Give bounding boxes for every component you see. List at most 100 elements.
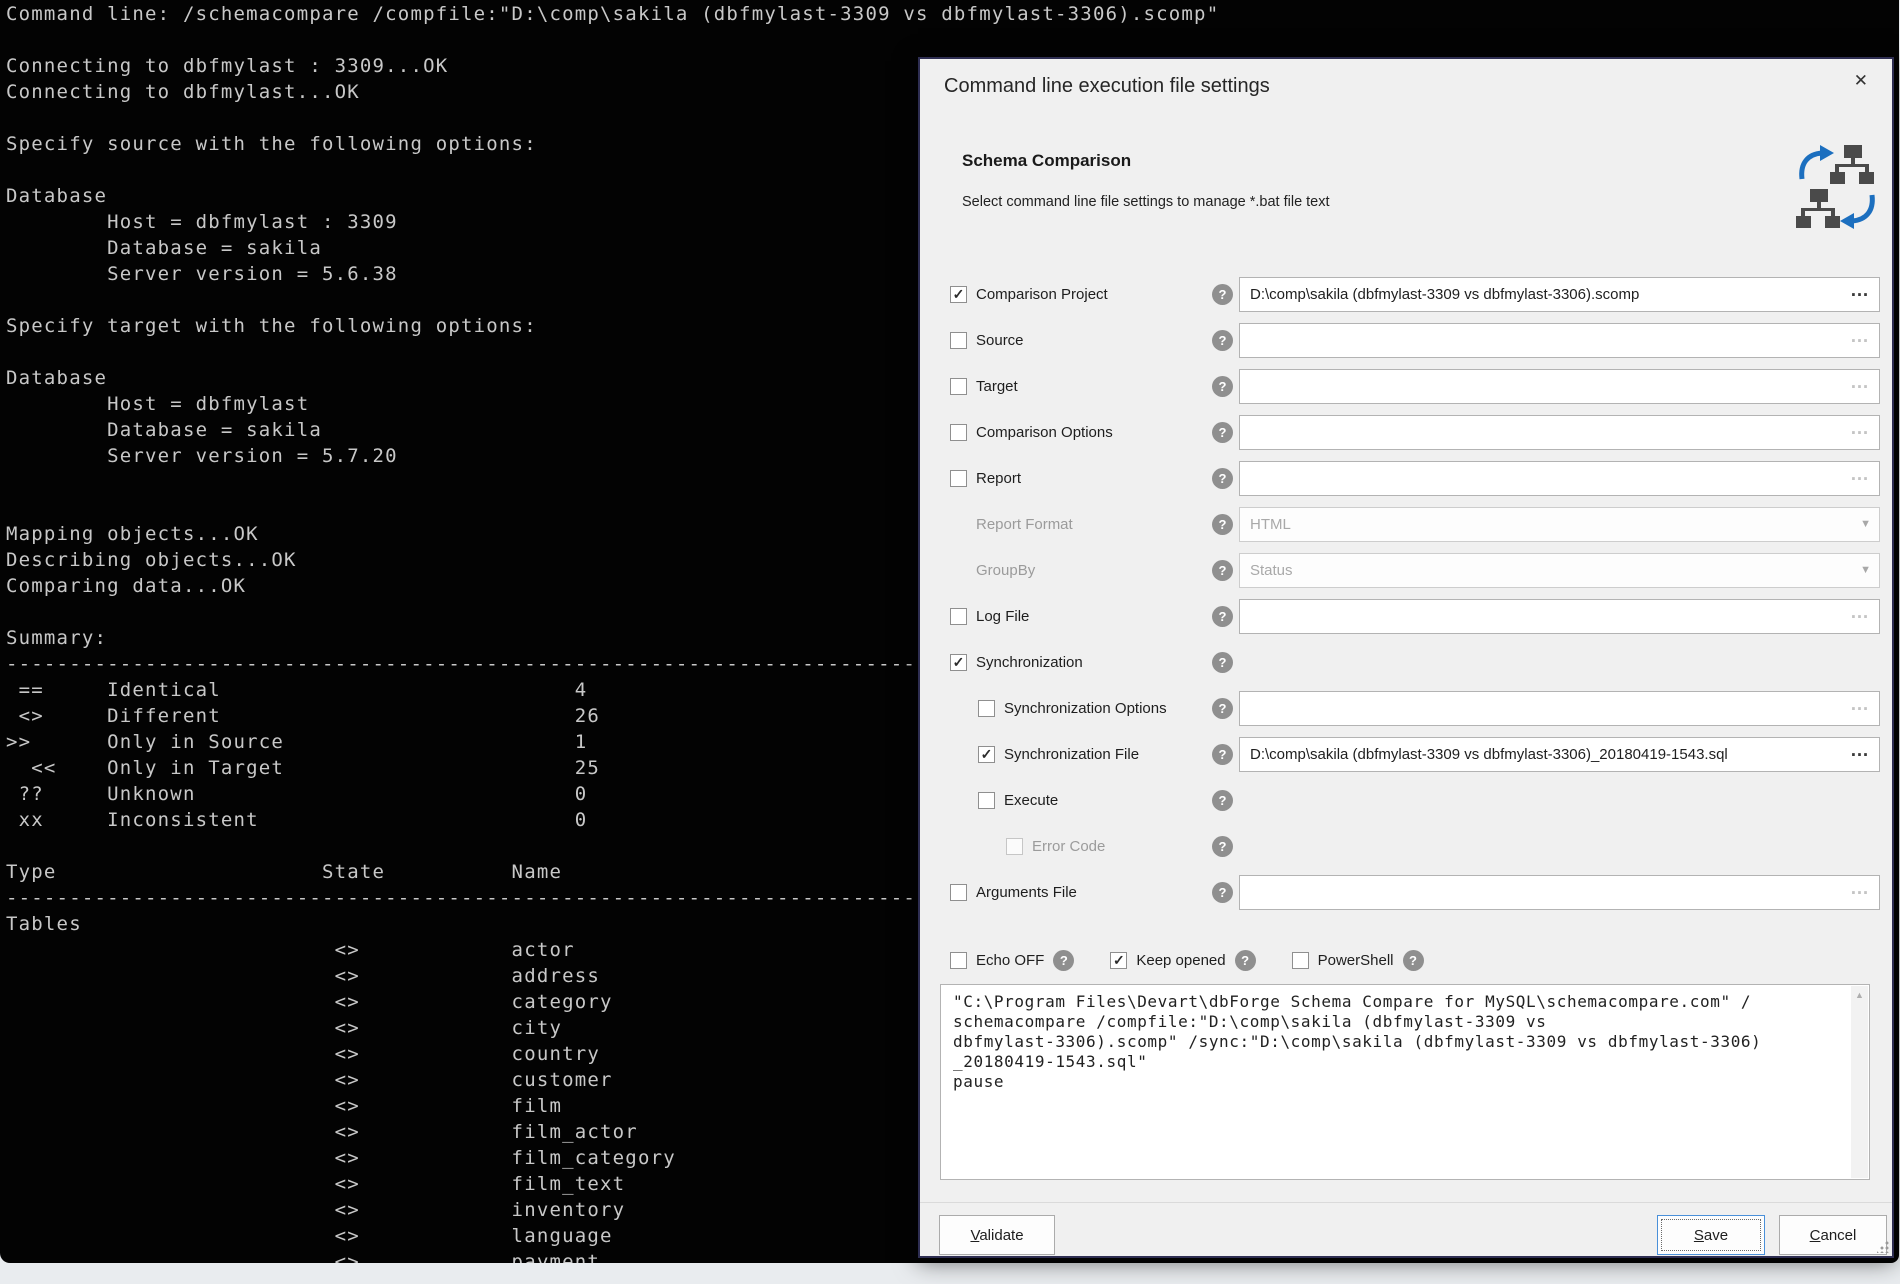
comparison-project-checkbox[interactable]: ✓ — [950, 286, 967, 303]
bat-file-text[interactable]: "C:\Program Files\Devart\dbForge Schema … — [941, 985, 1851, 1179]
dialog-title: Command line execution file settings — [944, 75, 1270, 98]
comparison-project-field[interactable]: D:\comp\sakila (dbfmylast-3309 vs dbfmyl… — [1239, 277, 1880, 312]
echo-off-label: Echo OFF — [976, 952, 1044, 969]
synchronization-file-label: Synchronization File — [1004, 746, 1139, 763]
synchronization-file-checkbox[interactable]: ✓ — [978, 746, 995, 763]
source-field[interactable]: … — [1239, 323, 1880, 358]
scroll-up-icon[interactable]: ▲ — [1855, 990, 1864, 1178]
echo-off-checkbox[interactable] — [950, 952, 967, 969]
help-icon[interactable]: ? — [1212, 284, 1233, 305]
help-icon[interactable]: ? — [1212, 744, 1233, 765]
row-report-format: Report Format ? HTML ▼ — [920, 501, 1892, 547]
comparison-options-checkbox[interactable] — [950, 424, 967, 441]
row-arguments-file: Arguments File ? … — [920, 869, 1892, 915]
help-icon[interactable]: ? — [1403, 950, 1424, 971]
log-file-field[interactable]: … — [1239, 599, 1880, 634]
screen: Command line: /schemacompare /compfile:"… — [0, 0, 1900, 1284]
arguments-file-checkbox[interactable] — [950, 884, 967, 901]
row-synchronization-options: Synchronization Options ? … — [920, 685, 1892, 731]
browse-icon[interactable]: … — [1850, 878, 1871, 900]
help-icon[interactable]: ? — [1235, 950, 1256, 971]
dropdown-arrow-icon: ▼ — [1860, 564, 1871, 576]
keep-opened-checkbox[interactable]: ✓ — [1110, 952, 1127, 969]
browse-icon[interactable]: … — [1850, 602, 1871, 624]
synchronization-file-field[interactable]: D:\comp\sakila (dbfmylast-3309 vs dbfmyl… — [1239, 737, 1880, 772]
help-icon[interactable]: ? — [1212, 468, 1233, 489]
synchronization-label: Synchronization — [976, 654, 1083, 671]
synchronization-options-label: Synchronization Options — [1004, 700, 1167, 717]
log-file-label: Log File — [976, 608, 1029, 625]
keep-opened-label: Keep opened — [1136, 952, 1225, 969]
help-icon[interactable]: ? — [1212, 698, 1233, 719]
report-field[interactable]: … — [1239, 461, 1880, 496]
help-icon[interactable]: ? — [1212, 606, 1233, 627]
browse-icon[interactable]: … — [1850, 326, 1871, 348]
section-title: Schema Comparison — [962, 151, 1131, 171]
error-code-label: Error Code — [1032, 838, 1105, 855]
browse-icon[interactable]: … — [1850, 280, 1871, 302]
report-checkbox[interactable] — [950, 470, 967, 487]
report-format-label: Report Format — [976, 516, 1073, 533]
script-options-row: Echo OFF ? ✓ Keep opened ? PowerShell ? — [920, 937, 1892, 983]
command-line-settings-dialog: Command line execution file settings ✕ S… — [918, 57, 1894, 1258]
help-icon[interactable]: ? — [1212, 514, 1233, 535]
comparison-options-field[interactable]: … — [1239, 415, 1880, 450]
groupby-dropdown: Status ▼ — [1239, 553, 1880, 588]
comparison-project-label: Comparison Project — [976, 286, 1108, 303]
scrollbar[interactable]: ▲ — [1851, 986, 1868, 1178]
groupby-label: GroupBy — [976, 562, 1035, 579]
help-icon[interactable]: ? — [1212, 560, 1233, 581]
row-report: Report ? … — [920, 455, 1892, 501]
help-icon[interactable]: ? — [1212, 652, 1233, 673]
dialog-footer: Validate Save Cancel — [920, 1202, 1892, 1259]
report-label: Report — [976, 470, 1021, 487]
section-subtitle: Select command line file settings to man… — [962, 194, 1330, 210]
execute-label: Execute — [1004, 792, 1058, 809]
help-icon[interactable]: ? — [1212, 330, 1233, 351]
powershell-label: PowerShell — [1318, 952, 1394, 969]
comparison-options-label: Comparison Options — [976, 424, 1113, 441]
help-icon[interactable]: ? — [1053, 950, 1074, 971]
echo-off-option: Echo OFF ? — [950, 950, 1080, 971]
bat-file-preview: "C:\Program Files\Devart\dbForge Schema … — [940, 984, 1870, 1180]
settings-form: ✓ Comparison Project ? D:\comp\sakila (d… — [920, 271, 1892, 915]
resize-grip-icon[interactable] — [1877, 1241, 1889, 1253]
browse-icon[interactable]: … — [1850, 372, 1871, 394]
row-comparison-options: Comparison Options ? … — [920, 409, 1892, 455]
arguments-file-field[interactable]: … — [1239, 875, 1880, 910]
arguments-file-label: Arguments File — [976, 884, 1077, 901]
close-icon[interactable]: ✕ — [1848, 69, 1874, 93]
help-icon[interactable]: ? — [1212, 836, 1233, 857]
browse-icon[interactable]: … — [1850, 694, 1871, 716]
target-checkbox[interactable] — [950, 378, 967, 395]
help-icon[interactable]: ? — [1212, 882, 1233, 903]
browse-icon[interactable]: … — [1850, 464, 1871, 486]
synchronization-options-checkbox[interactable] — [978, 700, 995, 717]
help-icon[interactable]: ? — [1212, 422, 1233, 443]
row-error-code: Error Code ? — [920, 823, 1892, 869]
synchronization-checkbox[interactable]: ✓ — [950, 654, 967, 671]
row-synchronization: ✓ Synchronization ? — [920, 639, 1892, 685]
validate-button[interactable]: Validate — [939, 1215, 1055, 1255]
log-file-checkbox[interactable] — [950, 608, 967, 625]
browse-icon[interactable]: … — [1850, 740, 1871, 762]
help-icon[interactable]: ? — [1212, 376, 1233, 397]
row-log-file: Log File ? … — [920, 593, 1892, 639]
schema-comparison-sync-icon — [1794, 141, 1880, 237]
execute-checkbox[interactable] — [978, 792, 995, 809]
help-icon[interactable]: ? — [1212, 790, 1233, 811]
row-source: Source ? … — [920, 317, 1892, 363]
synchronization-options-field[interactable]: … — [1239, 691, 1880, 726]
target-field[interactable]: … — [1239, 369, 1880, 404]
save-button[interactable]: Save — [1657, 1215, 1765, 1255]
error-code-checkbox — [1006, 838, 1023, 855]
source-checkbox[interactable] — [950, 332, 967, 349]
browse-icon[interactable]: … — [1850, 418, 1871, 440]
report-format-dropdown: HTML ▼ — [1239, 507, 1880, 542]
row-groupby: GroupBy ? Status ▼ — [920, 547, 1892, 593]
powershell-checkbox[interactable] — [1292, 952, 1309, 969]
row-synchronization-file: ✓ Synchronization File ? D:\comp\sakila … — [920, 731, 1892, 777]
row-comparison-project: ✓ Comparison Project ? D:\comp\sakila (d… — [920, 271, 1892, 317]
target-label: Target — [976, 378, 1018, 395]
cancel-button[interactable]: Cancel — [1779, 1215, 1887, 1255]
